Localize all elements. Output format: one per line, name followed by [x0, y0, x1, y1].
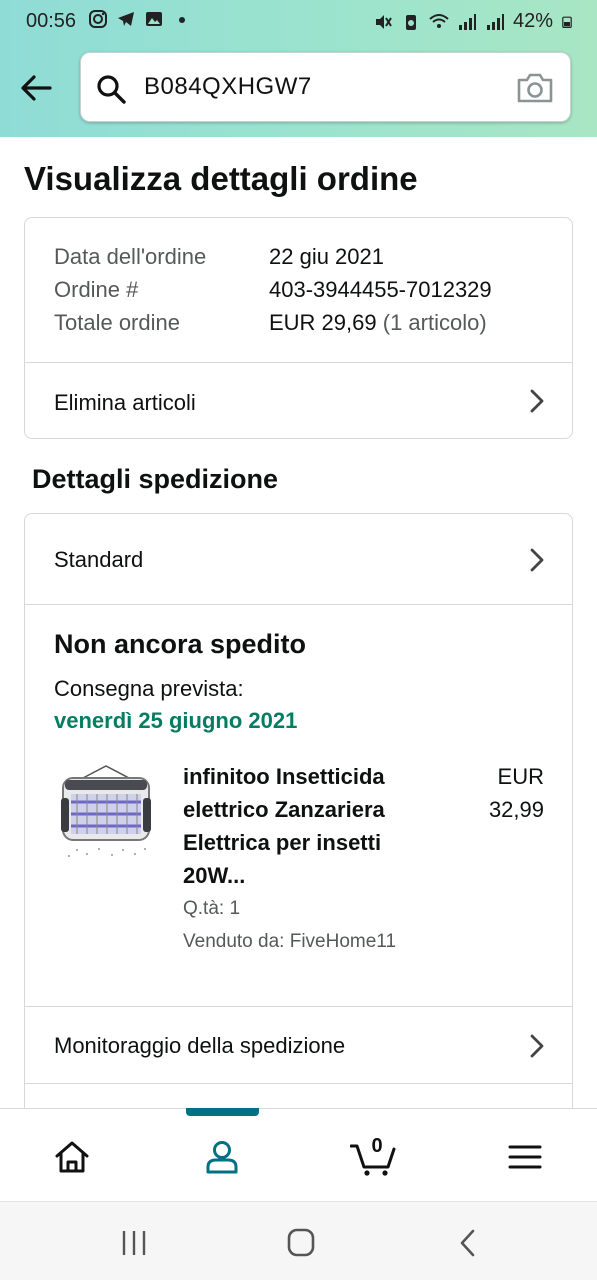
order-total-label: Totale ordine [54, 310, 180, 335]
status-bar: 00:56 42% [0, 0, 597, 44]
tracking-label[interactable]: Monitoraggio della spedizione [54, 1033, 345, 1059]
tracking-row[interactable]: Monitoraggio della spedizione [25, 1007, 572, 1083]
search-query[interactable]: B084QXHGW7 [144, 73, 312, 101]
chevron-right-icon [530, 548, 544, 572]
product-image[interactable] [57, 764, 155, 864]
mute-icon [375, 14, 392, 29]
search-icon [97, 75, 126, 104]
home-button-icon[interactable] [284, 1228, 318, 1258]
order-date-label: Data dell'ordine [54, 244, 207, 269]
order-total-amount: EUR 29,69 [269, 310, 377, 335]
recent-apps-icon[interactable] [117, 1228, 151, 1258]
instagram-icon [89, 10, 107, 28]
product-price: EUR 32,99 [454, 760, 544, 826]
back-arrow-icon[interactable] [18, 70, 54, 106]
account-icon[interactable] [202, 1137, 242, 1177]
back-button-icon[interactable] [452, 1228, 486, 1258]
notification-icons [88, 9, 192, 29]
app-header: 00:56 42% B084QXHGW7 [0, 0, 597, 137]
delete-items-label[interactable]: Elimina articoli [54, 390, 196, 416]
telegram-icon [118, 12, 134, 26]
price-value: 32,99 [488, 797, 544, 822]
chevron-right-icon [530, 1034, 544, 1058]
delivery-label: Consegna prevista: [54, 676, 244, 701]
order-summary-card: Data dell'ordine 22 giu 2021 Ordine # 40… [24, 217, 573, 439]
chevron-right-icon [530, 389, 544, 413]
product-seller: Venduto da: FiveHome11 [183, 931, 397, 952]
home-icon[interactable] [52, 1137, 92, 1177]
search-input[interactable]: B084QXHGW7 [80, 52, 571, 122]
delete-items-row[interactable]: Elimina articoli [25, 363, 572, 439]
product-title-link[interactable]: infinitoo Insetticida elettrico Zanzarie… [183, 760, 433, 892]
delivery-date: venerdì 25 giugno 2021 [54, 708, 298, 733]
price-currency: EUR [497, 764, 544, 789]
shipment-status-title: Non ancora spedito [54, 629, 307, 659]
shipping-method-row[interactable]: Standard [25, 514, 572, 604]
active-tab-indicator [186, 1108, 259, 1116]
shipping-section-title: Dettagli spedizione [32, 464, 279, 494]
dot-icon [179, 17, 185, 23]
product-quantity: Q.tà: 1 [183, 898, 241, 919]
divider [25, 604, 572, 605]
order-number-label: Ordine # [54, 277, 139, 302]
order-number-value: 403-3944455-7012329 [269, 277, 492, 302]
wifi-icon [429, 13, 449, 28]
shipping-method-label[interactable]: Standard [54, 547, 143, 573]
bottom-nav [0, 1108, 597, 1201]
menu-icon[interactable] [505, 1137, 545, 1177]
shipping-card: Standard Non ancora spedito Consegna pre… [24, 513, 573, 1133]
battery-icon [562, 16, 572, 28]
page-title: Visualizza dettagli ordine [24, 160, 418, 197]
recycle-icon [405, 14, 416, 30]
order-total-value: EUR 29,69 (1 articolo) [269, 310, 487, 336]
signal-icon [458, 13, 476, 30]
gallery-icon [146, 12, 162, 26]
order-date-value: 22 giu 2021 [269, 244, 384, 269]
signal-icon [486, 13, 504, 30]
divider [25, 1083, 572, 1084]
status-time: 00:56 [26, 10, 77, 32]
order-total-items: (1 articolo) [382, 310, 487, 335]
camera-icon[interactable] [516, 71, 554, 105]
system-nav-bar [0, 1201, 597, 1280]
battery-percent: 42% [512, 10, 553, 32]
cart-count: 0 [371, 1135, 383, 1157]
status-right: 42% [373, 10, 573, 33]
